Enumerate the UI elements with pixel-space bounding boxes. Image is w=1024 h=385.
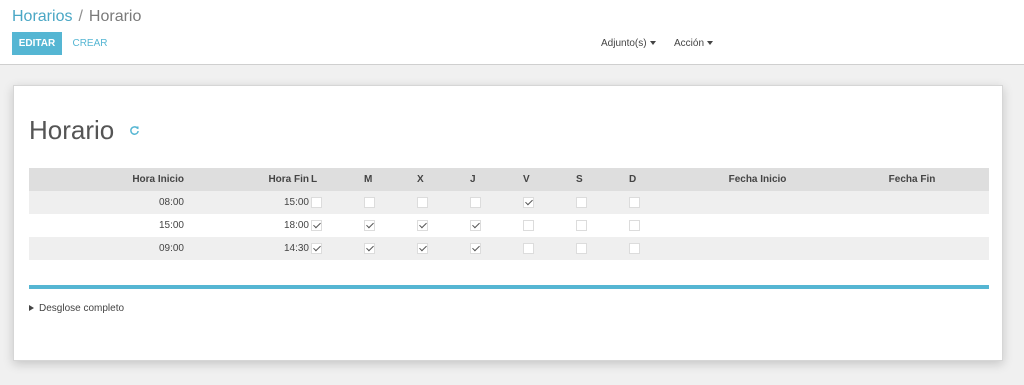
col-header-sunday[interactable]: D [627, 168, 680, 191]
checkbox-monday[interactable] [311, 219, 322, 231]
attachments-label: Adjunto(s) [601, 38, 647, 49]
schedule-table: Hora Inicio Hora Fin L M X J V S D Fecha… [29, 168, 989, 260]
breadcrumb-separator: / [78, 8, 83, 25]
checkbox-saturday[interactable] [576, 196, 587, 208]
day-cell-thursday [468, 237, 521, 260]
checkbox-sunday[interactable] [629, 242, 640, 254]
start-time-cell: 15:00 [29, 214, 184, 237]
checkbox-sunday[interactable] [629, 196, 640, 208]
day-cell-wednesday [415, 191, 468, 214]
col-header-friday[interactable]: V [521, 168, 574, 191]
day-cell-saturday [574, 237, 627, 260]
day-cell-thursday [468, 214, 521, 237]
checkbox-tuesday[interactable] [364, 219, 375, 231]
checkbox-thursday[interactable] [470, 196, 481, 208]
breadcrumb: Horarios / Horario [12, 7, 141, 27]
day-cell-wednesday [415, 237, 468, 260]
checkbox-monday[interactable] [311, 196, 322, 208]
day-cell-friday [521, 214, 574, 237]
day-cell-monday [309, 237, 362, 260]
page-title: Horario [29, 115, 115, 145]
checkbox-tuesday[interactable] [364, 242, 375, 254]
form-sheet: Horario Hora Inicio Hora Fin L M X J V S… [13, 85, 1003, 361]
col-header-tuesday[interactable]: M [362, 168, 415, 191]
checkbox-wednesday[interactable] [417, 219, 428, 231]
checkbox-friday[interactable] [523, 242, 534, 254]
section-divider [29, 285, 989, 289]
checkbox-friday[interactable] [523, 219, 534, 231]
end-time-cell: 14:30 [184, 237, 309, 260]
create-button[interactable]: CREAR [68, 32, 112, 55]
day-cell-monday [309, 214, 362, 237]
checkbox-thursday[interactable] [470, 219, 481, 231]
action-label: Acción [674, 38, 705, 49]
table-row[interactable]: 15:00 18:00 [29, 214, 989, 237]
edit-button[interactable]: EDITAR [12, 32, 62, 55]
col-header-monday[interactable]: L [309, 168, 362, 191]
table-header-row: Hora Inicio Hora Fin L M X J V S D Fecha… [29, 168, 989, 191]
start-date-cell [680, 214, 835, 237]
checkbox-thursday[interactable] [470, 242, 481, 254]
start-date-cell [680, 191, 835, 214]
col-header-end-date[interactable]: Fecha Fin [835, 168, 989, 191]
day-cell-tuesday [362, 191, 415, 214]
caret-down-icon [707, 41, 714, 46]
day-cell-sunday [627, 237, 680, 260]
day-cell-friday [521, 191, 574, 214]
checkbox-tuesday[interactable] [364, 196, 375, 208]
checkbox-sunday[interactable] [629, 219, 640, 231]
full-breakdown-toggle[interactable]: Desglose completo [29, 303, 124, 315]
end-time-cell: 18:00 [184, 214, 309, 237]
day-cell-wednesday [415, 214, 468, 237]
checkbox-saturday[interactable] [576, 242, 587, 254]
checkbox-monday[interactable] [311, 242, 322, 254]
start-time-cell: 09:00 [29, 237, 184, 260]
checkbox-friday[interactable] [523, 196, 534, 208]
col-header-saturday[interactable]: S [574, 168, 627, 191]
breadcrumb-current: Horario [88, 8, 142, 25]
control-panel: Horarios / Horario EDITAR CREAR Adjunto(s)… [0, 0, 1024, 65]
refresh-icon[interactable] [129, 125, 140, 136]
table-row[interactable]: 09:00 14:30 [29, 237, 989, 260]
end-date-cell [835, 191, 989, 214]
end-date-cell [835, 237, 989, 260]
day-cell-thursday [468, 191, 521, 214]
breadcrumb-link-horarios[interactable]: Horarios [12, 8, 72, 25]
checkbox-wednesday[interactable] [417, 196, 428, 208]
col-header-thursday[interactable]: J [468, 168, 521, 191]
col-header-wednesday[interactable]: X [415, 168, 468, 191]
day-cell-tuesday [362, 214, 415, 237]
col-header-start-date[interactable]: Fecha Inicio [680, 168, 835, 191]
day-cell-monday [309, 191, 362, 214]
caret-down-icon [649, 41, 656, 46]
start-time-cell: 08:00 [29, 191, 184, 214]
start-date-cell [680, 237, 835, 260]
end-time-cell: 15:00 [184, 191, 309, 214]
col-header-end-time[interactable]: Hora Fin [184, 168, 309, 191]
action-dropdown[interactable]: Acción [674, 38, 714, 50]
checkbox-saturday[interactable] [576, 219, 587, 231]
day-cell-saturday [574, 191, 627, 214]
day-cell-friday [521, 237, 574, 260]
day-cell-sunday [627, 214, 680, 237]
end-date-cell [835, 214, 989, 237]
day-cell-saturday [574, 214, 627, 237]
full-breakdown-label: Desglose completo [39, 303, 125, 314]
attachments-dropdown[interactable]: Adjunto(s) [601, 38, 656, 50]
day-cell-sunday [627, 191, 680, 214]
col-header-start-time[interactable]: Hora Inicio [29, 168, 184, 191]
checkbox-wednesday[interactable] [417, 242, 428, 254]
day-cell-tuesday [362, 237, 415, 260]
table-row[interactable]: 08:00 15:00 [29, 191, 989, 214]
triangle-right-icon [29, 305, 34, 311]
